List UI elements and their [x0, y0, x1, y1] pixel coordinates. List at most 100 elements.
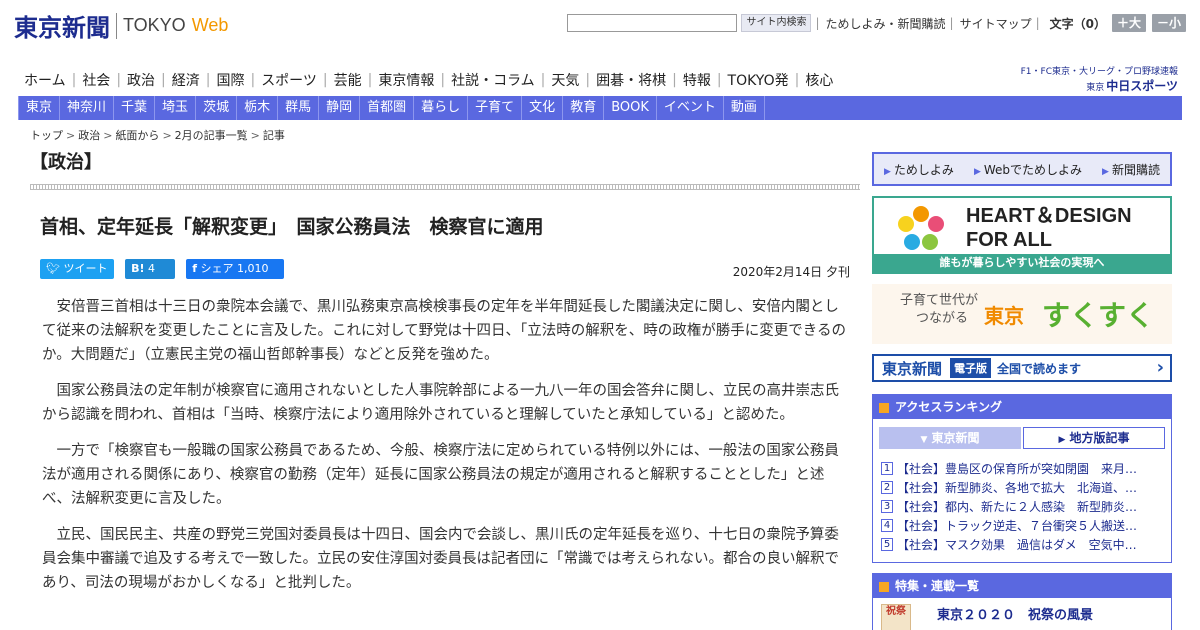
ranking-item[interactable]: 5 【社会】マスク効果 過信はダメ 空気中…	[881, 535, 1163, 554]
sports-banner-title: 中日スポーツ	[1106, 79, 1178, 93]
feature-item-title: 東京２０２０ 祝祭の風景	[937, 608, 1094, 623]
feature-item[interactable]: 祝祭 東京２０２０ 祝祭の風景	[873, 598, 1171, 630]
subscribe-link[interactable]: ▶ 新聞購読	[1102, 161, 1160, 178]
sidebar: ▶ ためしよみ ▶ Webでためしよみ ▶ 新聞購読 HEART＆DESIGN FOR…	[872, 152, 1172, 630]
nav-item-international[interactable]: 国際	[210, 70, 250, 90]
divider: |	[1035, 16, 1040, 30]
article-paragraph: 安倍晋三首相は十三日の衆院本会議で、黒川弘務東京高検検事長の定年を半年間延長した…	[42, 299, 847, 363]
nav-item-politics[interactable]: 政治	[121, 70, 161, 90]
nav-item-tokyo-hatsu[interactable]: TOKYO発	[722, 70, 795, 90]
region-item-shizuoka[interactable]: 静岡	[319, 96, 361, 120]
ranking-item[interactable]: 3 【社会】都内、新たに２人感染 新型肺炎…	[881, 497, 1163, 516]
chevron-right-icon: ›	[1156, 357, 1164, 378]
region-item-ibaraki[interactable]: 茨城	[196, 96, 238, 120]
region-item-living[interactable]: 暮らし	[414, 96, 469, 120]
region-item-chiba[interactable]: 千葉	[114, 96, 156, 120]
web-trial-link[interactable]: ▶ Webでためしよみ	[974, 161, 1082, 178]
region-item-tochigi[interactable]: 栃木	[237, 96, 279, 120]
facebook-share-label: シェア	[200, 262, 234, 275]
ranking-title: アクセスランキング	[895, 400, 1003, 414]
sukusuku-title: すくすく	[1042, 299, 1155, 332]
ranking-item[interactable]: 4 【社会】トラック逆走、７台衝突５人搬送…	[881, 516, 1163, 535]
search-button[interactable]: サイト内検索	[741, 14, 812, 32]
nav-item-society[interactable]: 社会	[76, 70, 116, 90]
tweet-label: ツイート	[63, 262, 108, 275]
ranking-item[interactable]: 1 【社会】豊島区の保育所が突如閉園 来月…	[881, 459, 1163, 478]
feature-thumbnail: 祝祭	[881, 604, 911, 630]
heart-design-banner[interactable]: HEART＆DESIGN FOR ALL 誰もが暮らしやすい社会の実現へ	[872, 196, 1172, 274]
trial-link[interactable]: ▶ ためしよみ	[884, 161, 954, 178]
ranking-item-title: 【社会】マスク効果 過信はダメ 空気中…	[897, 538, 1137, 552]
breadcrumb-print[interactable]: 紙面から	[115, 129, 159, 142]
nav-item-entertainment[interactable]: 芸能	[328, 70, 368, 90]
region-nav: 東京 神奈川 千葉 埼玉 茨城 栃木 群馬 静岡 首都圏 暮らし 子育て 文化 …	[18, 96, 1182, 120]
region-item-saitama[interactable]: 埼玉	[155, 96, 197, 120]
ranking-tab-tokyo-label: 東京新聞	[931, 431, 980, 445]
feature-list: 特集・連載一覧 祝祭 東京２０２０ 祝祭の風景	[872, 573, 1172, 630]
site-logo[interactable]: 東京新聞 TOKYO Web	[14, 8, 228, 43]
region-item-gunma[interactable]: 群馬	[278, 96, 320, 120]
nav-item-go-shogi[interactable]: 囲碁・将棋	[590, 70, 672, 90]
region-item-kanagawa[interactable]: 神奈川	[60, 96, 115, 120]
rank-number: 1	[881, 462, 893, 475]
web-trial-link-label: Webでためしよみ	[983, 162, 1083, 177]
ranking-header: アクセスランキング	[873, 395, 1171, 419]
subscribe-link-label: 新聞購読	[1111, 162, 1160, 177]
nav-item-special-report[interactable]: 特報	[677, 70, 717, 90]
sukusuku-banner[interactable]: 子育て世代が つながる 東京 すくすく	[872, 284, 1172, 344]
nav-item-tokyo-info[interactable]: 東京情報	[372, 70, 440, 90]
nav-item-weather[interactable]: 天気	[545, 70, 585, 90]
ranking-tab-local[interactable]: ▶ 地方版記事	[1023, 427, 1165, 449]
ranking-tab-local-label: 地方版記事	[1069, 431, 1130, 445]
region-item-education[interactable]: 教育	[563, 96, 605, 120]
article-paragraph: 国家公務員法の定年制が検察官に適用されないとした人事院幹部による一九八一年の国会…	[42, 383, 840, 423]
breadcrumb-sep: >	[162, 129, 172, 142]
ranking-tab-tokyo[interactable]: ▼ 東京新聞	[879, 427, 1021, 449]
region-item-tokyo[interactable]: 東京	[18, 96, 61, 120]
rank-number: 3	[881, 500, 893, 513]
logo-jp: 東京新聞	[14, 13, 110, 42]
breadcrumb-month-list[interactable]: 2月の記事一覧	[175, 129, 248, 142]
region-item-video[interactable]: 動画	[724, 96, 765, 120]
heart-banner-subtitle: 誰もが暮らしやすい社会の実現へ	[874, 254, 1170, 272]
flower-logo-icon	[898, 206, 944, 250]
breadcrumb-top[interactable]: トップ	[30, 129, 63, 142]
heart-title-line-2: FOR ALL	[966, 229, 1052, 251]
region-item-parenting[interactable]: 子育て	[468, 96, 523, 120]
nav-item-home[interactable]: ホーム	[18, 70, 72, 90]
region-item-event[interactable]: イベント	[657, 96, 724, 120]
ranking-tabs: ▼ 東京新聞 ▶ 地方版記事	[873, 419, 1171, 455]
square-bullet-icon	[879, 581, 889, 592]
nav-item-sports[interactable]: スポーツ	[255, 70, 323, 90]
hatena-count: 4	[148, 262, 155, 275]
region-item-book[interactable]: BOOK	[604, 96, 657, 120]
sitemap-link[interactable]: サイトマップ	[960, 15, 1032, 32]
nav-item-core[interactable]: 核心	[799, 70, 839, 90]
hatena-bookmark-button[interactable]: B! 4	[125, 259, 176, 279]
nav-item-editorial[interactable]: 社説・コラム	[445, 70, 541, 90]
share-row: 🐦︎ ツイート B! 4 f シェア 1,010 2020年2月14日 夕刊	[30, 259, 860, 281]
access-ranking: アクセスランキング ▼ 東京新聞 ▶ 地方版記事 1 【社会】豊島区の保育所が突如閉園…	[872, 394, 1172, 563]
triangle-right-icon: ▶	[1058, 435, 1066, 445]
section-rule	[30, 184, 860, 190]
search-input[interactable]	[567, 14, 738, 32]
rank-number: 4	[881, 519, 893, 532]
breadcrumb-politics[interactable]: 政治	[78, 129, 100, 142]
digital-edition-banner[interactable]: 東京新聞 電子版 全国で読めます ›	[872, 354, 1172, 382]
region-item-metropolitan[interactable]: 首都圏	[360, 96, 415, 120]
facebook-share-button[interactable]: f シェア 1,010	[186, 259, 285, 279]
ranking-item[interactable]: 2 【社会】新型肺炎、各地で拡大 北海道、…	[881, 478, 1163, 497]
font-size-increase-button[interactable]: ＋大	[1112, 14, 1146, 32]
region-item-culture[interactable]: 文化	[522, 96, 564, 120]
font-size-decrease-button[interactable]: －小	[1152, 14, 1186, 32]
chunichi-sports-banner[interactable]: F1・FC東京・大リーグ・プロ野球速報 東京 中日スポーツ	[1021, 64, 1178, 94]
article-paragraph: 一方で「検察官も一般職の国家公務員であるため、今般、検察庁法に定められている特例…	[42, 443, 839, 507]
subscription-links: ▶ ためしよみ ▶ Webでためしよみ ▶ 新聞購読	[872, 152, 1172, 186]
nav-item-economy[interactable]: 経済	[166, 70, 206, 90]
ranking-item-title: 【社会】新型肺炎、各地で拡大 北海道、…	[897, 481, 1138, 495]
arrow-right-icon: ▶	[884, 166, 891, 177]
trial-subscribe-link[interactable]: ためしよみ・新聞購読	[826, 15, 946, 32]
rank-number: 2	[881, 481, 893, 494]
article-date: 2020年2月14日 夕刊	[732, 265, 850, 279]
tweet-button[interactable]: 🐦︎ ツイート	[40, 259, 114, 279]
